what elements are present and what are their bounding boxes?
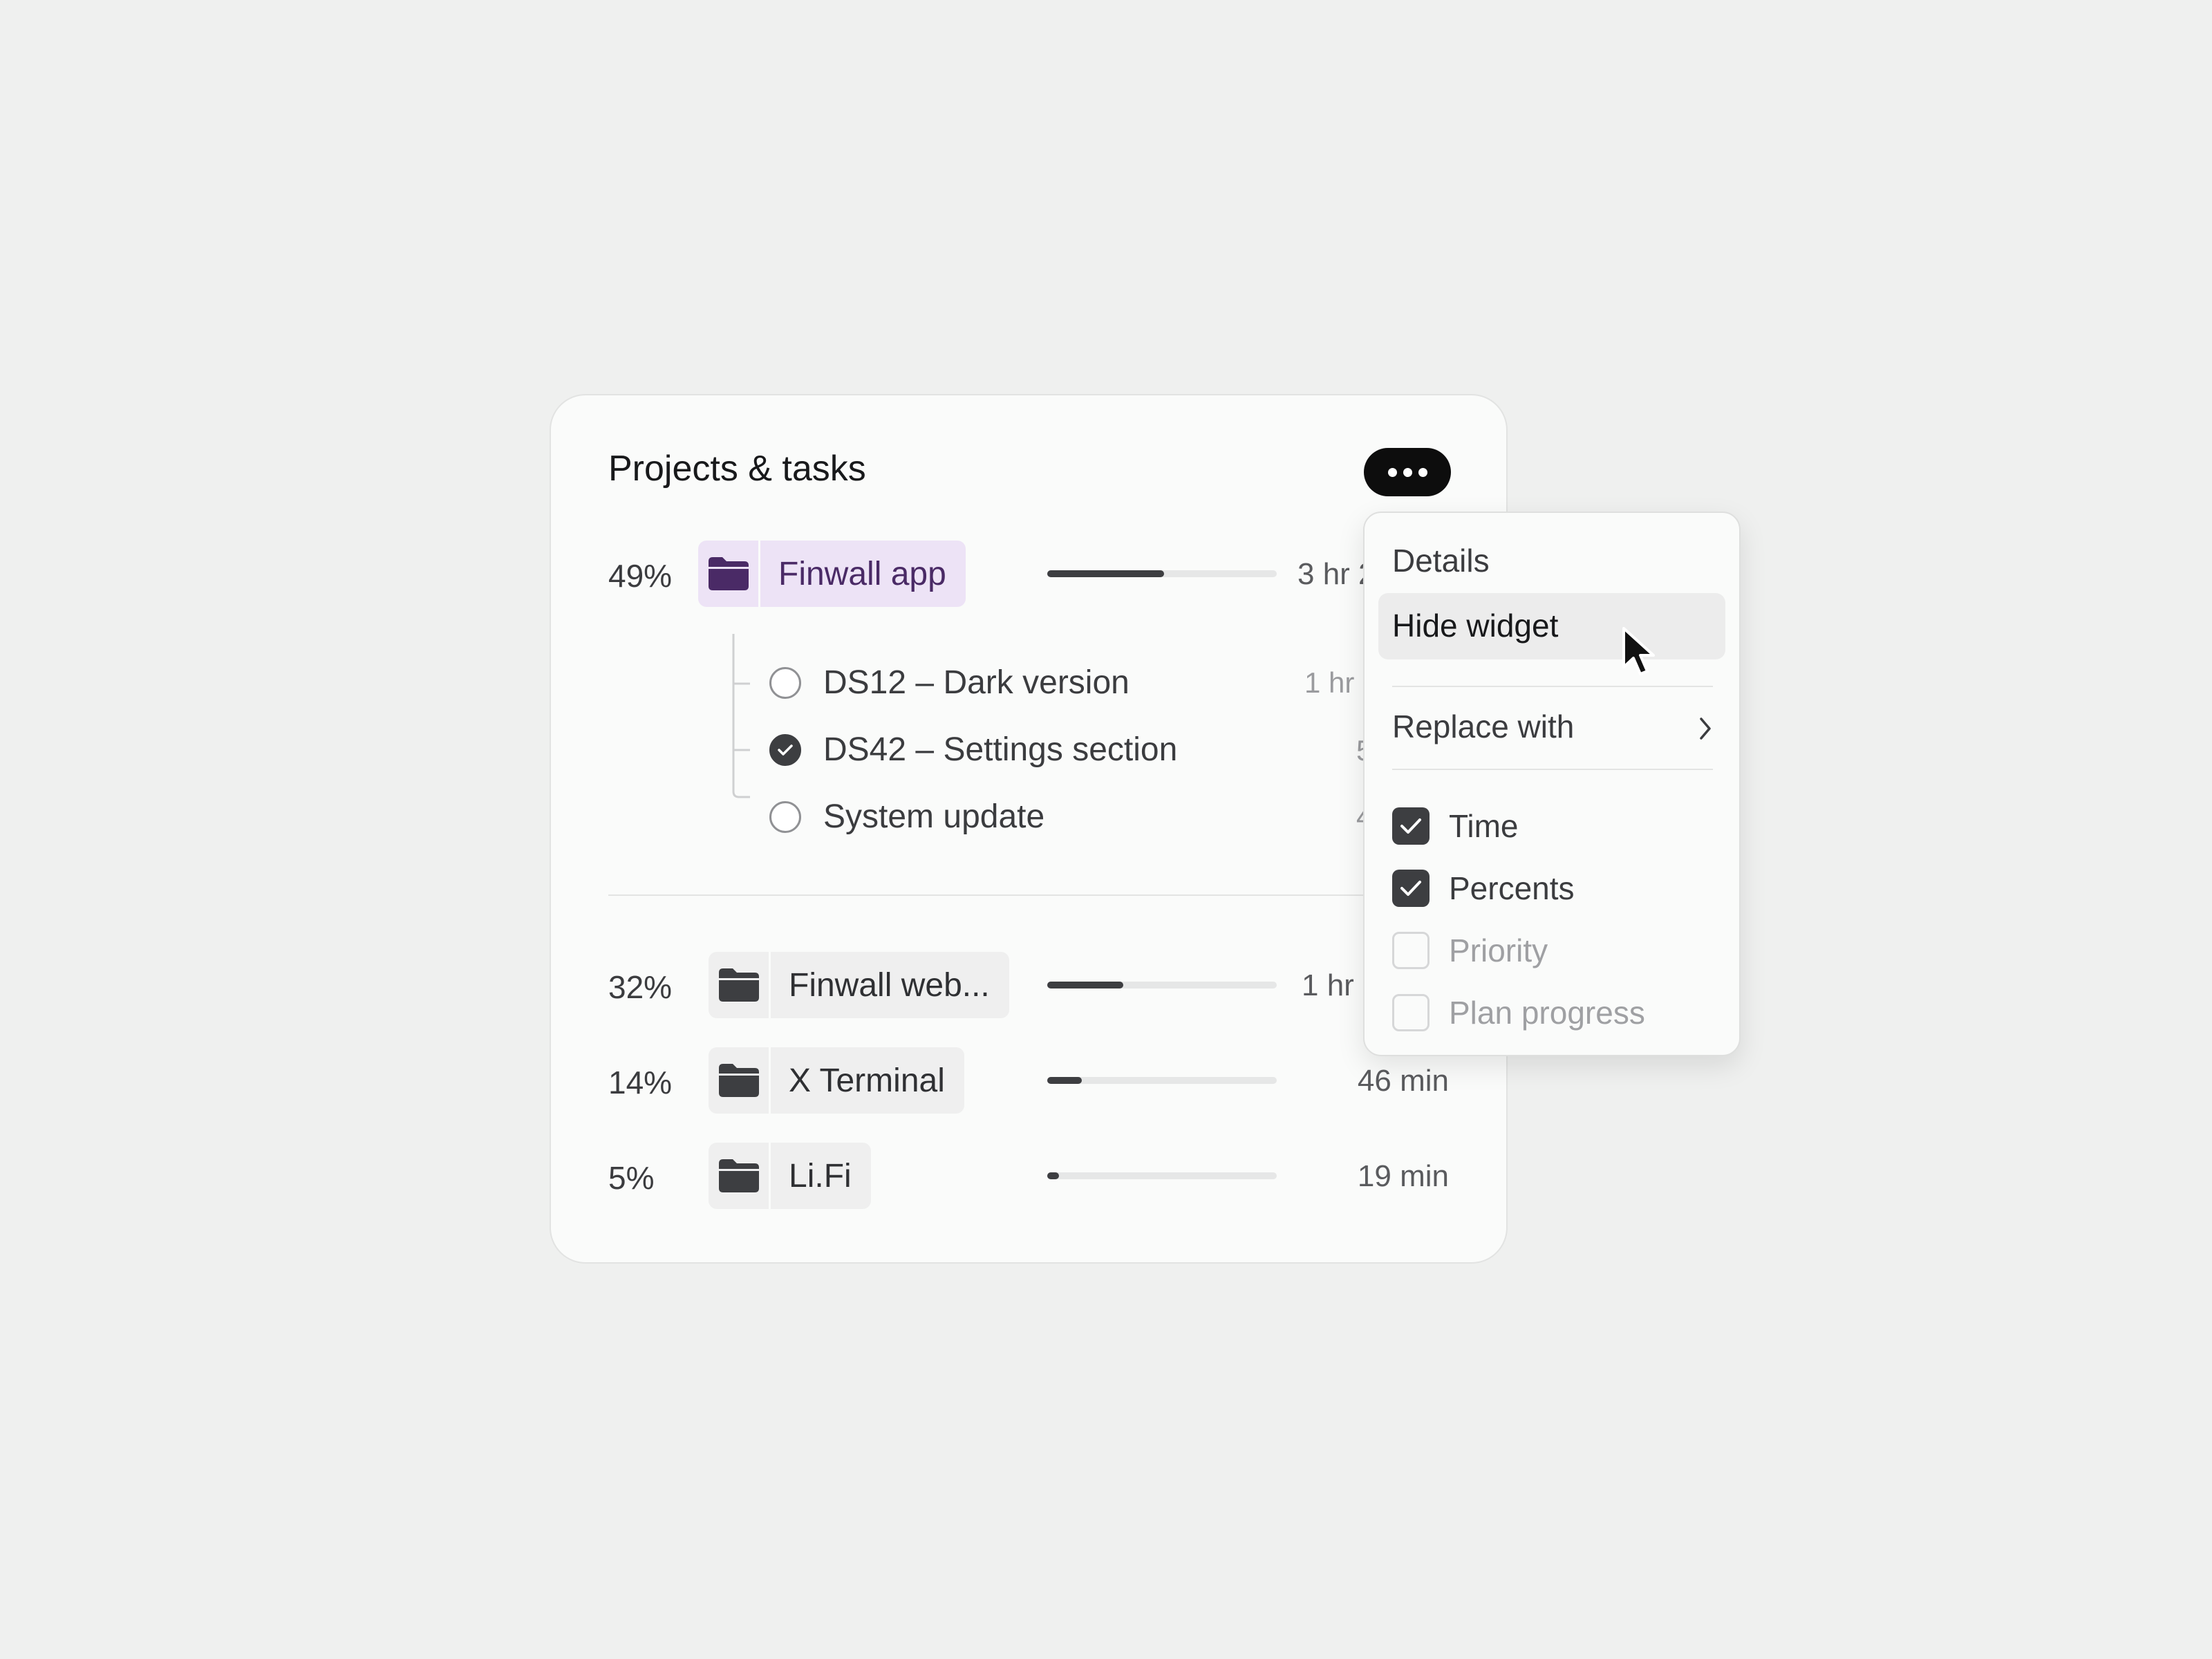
check-icon (778, 744, 793, 756)
project-chip[interactable]: Finwall web... (709, 952, 1009, 1018)
folder-icon (709, 1047, 771, 1114)
menu-item-details[interactable]: Details (1392, 542, 1490, 579)
check-icon (1400, 818, 1421, 834)
menu-item-replace-with[interactable]: Replace with (1392, 708, 1574, 745)
project-name: Li.Fi (789, 1157, 852, 1194)
checkbox-checked[interactable] (1392, 870, 1430, 907)
divider (608, 894, 1452, 896)
more-options-button[interactable] (1364, 448, 1451, 496)
task-checkbox-checked[interactable] (769, 734, 801, 766)
progress-fill (1047, 570, 1165, 577)
project-time: 19 min (1357, 1159, 1449, 1193)
project-name: X Terminal (789, 1062, 945, 1099)
progress-fill (1047, 1172, 1059, 1179)
folder-icon (709, 952, 771, 1018)
option-label: Plan progress (1449, 995, 1645, 1031)
widget-options-menu: Details Hide widget Replace with Time Pe… (1363, 512, 1741, 1056)
option-label: Percents (1449, 870, 1575, 906)
more-horizontal-icon (1387, 467, 1397, 477)
folder-icon (698, 541, 760, 607)
task-name: DS12 – Dark version (823, 664, 1130, 701)
project-progress-bar (1047, 1172, 1277, 1179)
check-icon (1400, 881, 1421, 896)
project-chip[interactable]: Finwall app (698, 541, 966, 607)
project-progress-bar (1047, 570, 1277, 577)
task-name: System update (823, 798, 1045, 835)
mouse-cursor-icon (1622, 627, 1655, 675)
more-dot (1403, 467, 1412, 477)
progress-fill (1047, 1077, 1082, 1084)
project-percent: 14% (608, 1065, 673, 1100)
project-percent: 32% (608, 969, 673, 1005)
task-name: DS42 – Settings section (823, 731, 1178, 768)
menu-divider (1392, 769, 1713, 770)
task-checkbox[interactable] (769, 667, 801, 699)
project-name: Finwall web... (789, 966, 990, 1004)
project-time: 46 min (1357, 1064, 1449, 1098)
option-label: Time (1449, 808, 1519, 844)
project-time: 1 hr 4 (1302, 968, 1363, 1002)
project-progress-bar (1047, 982, 1277, 988)
chevron-right-icon (1700, 718, 1711, 740)
project-percent: 5% (608, 1160, 655, 1196)
option-label: Priority (1449, 932, 1548, 968)
menu-item-hide-widget-label: Hide widget (1392, 608, 1559, 644)
progress-fill (1047, 982, 1123, 988)
checkbox-checked[interactable] (1392, 807, 1430, 845)
project-name: Finwall app (778, 555, 946, 592)
project-percent: 49% (608, 558, 673, 594)
project-chip[interactable]: Li.Fi (709, 1143, 871, 1209)
project-time: 3 hr 2 (1297, 557, 1363, 591)
tree-connector (732, 634, 750, 798)
project-chip[interactable]: X Terminal (709, 1047, 964, 1114)
more-dot (1418, 467, 1427, 477)
checkbox-unchecked[interactable] (1392, 932, 1430, 969)
menu-divider (1392, 686, 1713, 687)
widget-title: Projects & tasks (608, 449, 866, 489)
task-time: 1 hr (1304, 666, 1355, 699)
checkbox-unchecked[interactable] (1392, 994, 1430, 1031)
project-progress-bar (1047, 1077, 1277, 1084)
task-checkbox[interactable] (769, 801, 801, 833)
folder-icon (709, 1143, 771, 1209)
